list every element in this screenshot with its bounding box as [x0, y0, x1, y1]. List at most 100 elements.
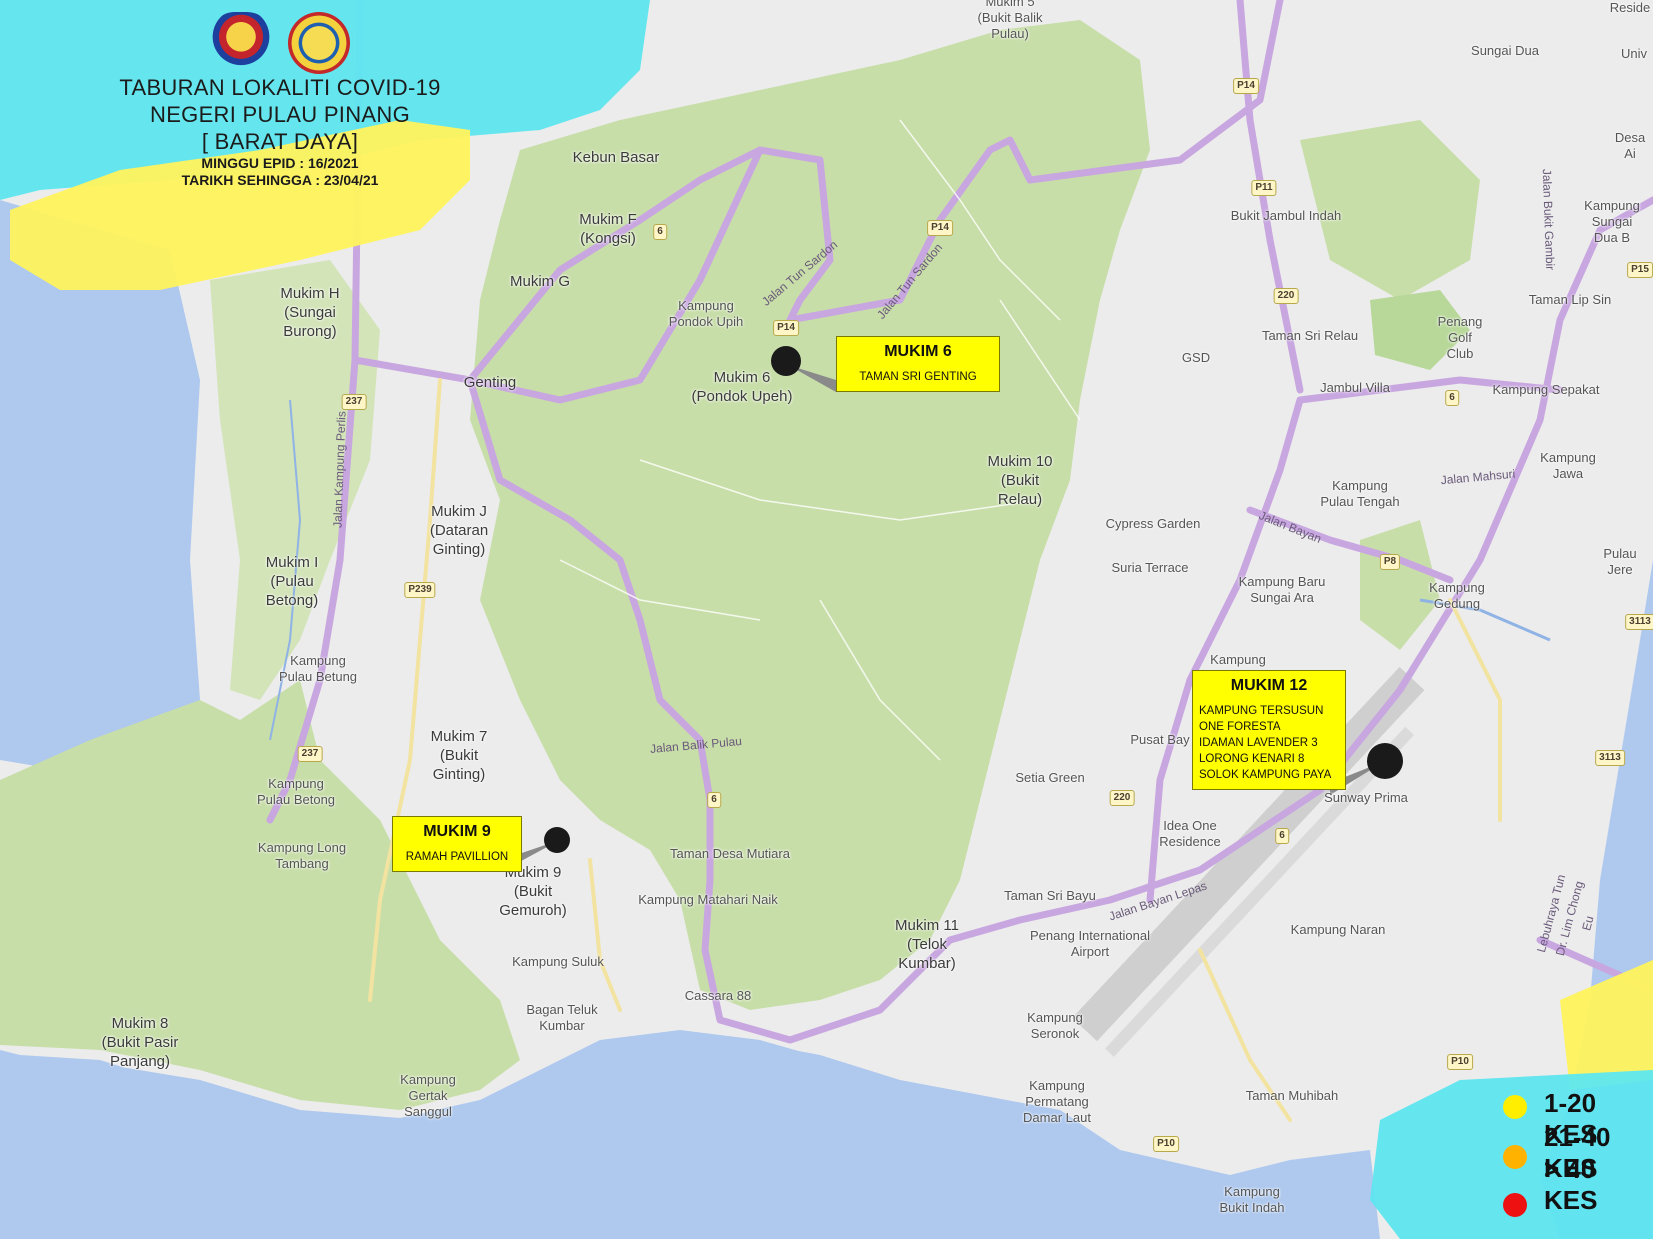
route-shield: 237 [341, 394, 367, 410]
map-header: TABURAN LOKALITI COVID-19 NEGERI PULAU P… [110, 0, 450, 189]
callout-line: IDAMAN LAVENDER 3 [1199, 737, 1318, 749]
place-label: Kampung Matahari Naik [638, 892, 778, 907]
callout-line: ONE FORESTA [1199, 721, 1281, 733]
place-label: Mukim 8 (Bukit Pasir Panjang) [101, 1015, 179, 1070]
place-label: GSD [1181, 350, 1211, 365]
road-label: Jalan Kampung Perlis [330, 410, 349, 529]
route-shield: P10 [1447, 1054, 1473, 1070]
title-line-3: [ BARAT DAYA] [201, 129, 359, 154]
case-location-marker[interactable] [771, 346, 801, 376]
legend-dot-orange [1503, 1145, 1527, 1169]
place-label: Kampung Pondok Upih [668, 298, 744, 329]
route-shield: 6 [707, 792, 721, 808]
legend-dot-red [1503, 1193, 1527, 1217]
place-label: Univ [1620, 46, 1648, 61]
place-label: Taman Lip Sin [1528, 292, 1612, 307]
route-shield: 220 [1109, 790, 1135, 806]
place-label: Mukim 5 (Bukit Balik Pulau) [977, 0, 1043, 41]
place-label: Kampung Sungai Dua B [1584, 198, 1640, 245]
place-label: Kampung Baru Sungai Ara [1238, 574, 1326, 605]
place-label: Mukim F (Kongsi) [579, 211, 637, 247]
route-shield: 220 [1273, 288, 1299, 304]
callout-title: MUKIM 6 [884, 343, 952, 360]
callout-line: SOLOK KAMPUNG PAYA [1199, 769, 1332, 781]
place-label: Penang Golf Club [1437, 314, 1483, 361]
place-label: Mukim G [510, 273, 570, 290]
callout-line: LORONG KENARI 8 [1199, 753, 1305, 765]
place-label: Kampung [1210, 652, 1266, 667]
place-label: Mukim 10 (Bukit Relau) [987, 453, 1053, 508]
place-label: Sunway Prima [1324, 790, 1408, 805]
place-label: Kampung Pulau Betong [256, 776, 336, 807]
route-shield: 3113 [1595, 750, 1625, 766]
place-label: Kampung Permatang Damar Laut [1023, 1078, 1091, 1125]
title-line-2: NEGERI PULAU PINANG [150, 102, 410, 127]
route-shield: P239 [404, 582, 436, 598]
state-crest-logo [209, 12, 272, 74]
place-label: Taman Sri Bayu [1004, 888, 1096, 903]
place-label: Cassara 88 [684, 988, 752, 1003]
route-shield: P14 [1233, 78, 1259, 94]
route-shield: 6 [1445, 390, 1459, 406]
route-shield: P14 [927, 220, 953, 236]
place-label: Kampung Naran [1290, 922, 1386, 937]
legend-dot-yellow [1503, 1095, 1527, 1119]
callout-line: KAMPUNG TERSUSUN [1199, 705, 1324, 717]
route-shield: P14 [773, 320, 799, 336]
place-label: Mukim J (Dataran Ginting) [429, 503, 489, 558]
place-label: Kampung Long Tambang [257, 840, 347, 871]
place-label: Bukit Jambul Indah [1230, 208, 1342, 223]
place-label: Cypress Garden [1105, 516, 1201, 531]
route-shield: P15 [1627, 262, 1653, 278]
place-label: Desa Ai [1614, 130, 1646, 161]
place-label: Reside [1609, 0, 1651, 15]
place-label: Kampung Seronok [1027, 1010, 1083, 1041]
place-label: Setia Green [1015, 770, 1085, 785]
place-label: Taman Desa Mutiara [670, 846, 790, 861]
callout-mukim-12[interactable]: MUKIM 12 KAMPUNG TERSUSUN ONE FORESTA ID… [1192, 670, 1346, 790]
place-label: Mukim 7 (Bukit Ginting) [430, 728, 488, 783]
place-label: Mukim 11 (Telok Kumbar) [895, 917, 959, 972]
case-location-marker[interactable] [544, 827, 570, 853]
place-label: Kampung Pulau Betung [278, 653, 358, 684]
title-line-1: TABURAN LOKALITI COVID-19 [119, 75, 441, 100]
route-shield: P10 [1153, 1136, 1179, 1152]
place-label: Kampung Gedung [1429, 580, 1485, 611]
place-label: Mukim H (Sungai Burong) [280, 285, 340, 340]
epid-week: MINGGU EPID : 16/2021 [201, 155, 359, 171]
place-label: Sungai Dua [1471, 43, 1539, 58]
report-date: TARIKH SEHINGGA : 23/04/21 [181, 172, 379, 188]
route-shield: 6 [653, 224, 667, 240]
place-label: Kampung Bukit Indah [1219, 1184, 1285, 1215]
place-label: Pusat Bay [1130, 732, 1190, 747]
map[interactable]: TABURAN LOKALITI COVID-19 NEGERI PULAU P… [0, 0, 1653, 1239]
callout-line: TAMAN SRI GENTING [859, 371, 977, 383]
place-label: Mukim I (Pulau Betong) [265, 554, 319, 609]
callout-mukim-9[interactable]: MUKIM 9 RAMAH PAVILLION [392, 816, 522, 872]
case-location-marker[interactable] [1367, 743, 1403, 779]
callout-line: RAMAH PAVILLION [405, 851, 509, 863]
place-label: Bagan Teluk Kumbar [526, 1002, 598, 1033]
place-label: Taman Muhibah [1245, 1088, 1339, 1103]
health-dept-logo [288, 12, 351, 74]
callout-title: MUKIM 12 [1230, 677, 1308, 694]
place-label: Idea One Residence [1159, 818, 1221, 849]
route-shield: 3113 [1625, 614, 1653, 630]
callout-title: MUKIM 9 [423, 823, 491, 840]
place-label: Kampung Suluk [512, 954, 604, 969]
place-label: Genting [463, 374, 517, 391]
place-label: Kebun Basar [572, 149, 660, 166]
place-label: Penang International Airport [1030, 928, 1150, 959]
place-label: Jambul Villa [1320, 380, 1390, 395]
route-shield: 6 [1275, 828, 1289, 844]
legend-label: > 40 KES [1544, 1154, 1598, 1215]
place-label: Kampung Pulau Tengah [1320, 478, 1400, 509]
route-shield: 237 [297, 746, 323, 762]
place-label: Kampung Sepakat [1492, 382, 1600, 397]
place-label: Kampung Jawa [1540, 450, 1596, 481]
place-label: Suria Terrace [1111, 560, 1189, 575]
place-label: Pulau Jere [1603, 546, 1637, 577]
route-shield: P11 [1251, 180, 1277, 196]
road-label: Jalan Bukit Gambir [1539, 168, 1558, 271]
callout-mukim-6[interactable]: MUKIM 6 TAMAN SRI GENTING [836, 336, 1000, 392]
